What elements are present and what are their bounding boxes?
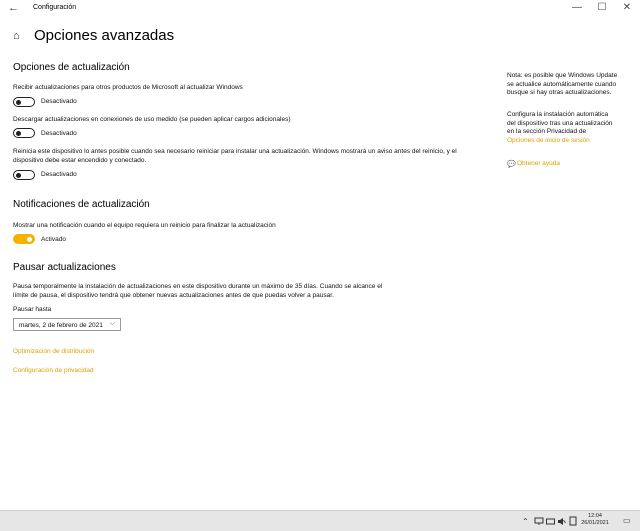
- close-button[interactable]: ✕: [617, 2, 637, 13]
- update-options-heading: Opciones de actualización: [13, 62, 130, 73]
- sidebar-note-line: busque si hay otras actualizaciones.: [507, 89, 612, 96]
- home-icon[interactable]: ⌂: [13, 30, 20, 42]
- metered-connection-state: Desactivado: [41, 130, 77, 137]
- window-title: Configuración: [33, 4, 77, 11]
- sign-in-options-link[interactable]: Opciones de inicio de sesión: [507, 137, 632, 146]
- restart-asap-label-line1: Reinicia este dispositivo lo antes posib…: [13, 148, 457, 155]
- restart-notification-label: Mostrar una notificación cuando el equip…: [13, 222, 276, 229]
- notification-center-icon[interactable]: ▭: [623, 516, 631, 525]
- toggle-knob: [16, 99, 21, 105]
- restart-notification-toggle[interactable]: [13, 234, 35, 244]
- sidebar-note: Nota: es posible que Windows Update se a…: [507, 72, 632, 98]
- sidebar-config: Configura la instalación automática del …: [507, 111, 632, 145]
- other-products-label: Recibir actualizaciones para otros produ…: [13, 84, 243, 91]
- volume-muted-icon[interactable]: [557, 517, 566, 526]
- chat-help-icon: 💬: [507, 161, 516, 168]
- get-help-link[interactable]: Obtener ayuda: [517, 160, 560, 167]
- update-notifications-heading: Notificaciones de actualización: [13, 199, 150, 210]
- toggle-knob: [27, 236, 32, 242]
- maximize-button[interactable]: ☐: [592, 2, 612, 13]
- network-icon[interactable]: [534, 517, 544, 526]
- pause-until-value: martes, 2 de febrero de 2021: [19, 322, 103, 329]
- pause-updates-heading: Pausar actualizaciones: [13, 262, 116, 273]
- restart-notification-state: Activado: [41, 236, 66, 243]
- restart-asap-state: Desactivado: [41, 171, 77, 178]
- taskbar-clock[interactable]: 12:04 26/01/2021: [574, 513, 616, 527]
- sidebar-note-line: Nota: es posible que Windows Update: [507, 72, 618, 79]
- page-title: Opciones avanzadas: [34, 27, 175, 44]
- other-products-state: Desactivado: [41, 98, 77, 105]
- toggle-knob: [16, 130, 21, 136]
- chevron-down-icon: ⌵: [109, 320, 115, 327]
- metered-connection-toggle[interactable]: [13, 128, 35, 138]
- keyboard-icon[interactable]: [546, 517, 555, 526]
- pause-description-line1: Pausa temporalmente la instalación de ac…: [13, 283, 383, 290]
- back-arrow-icon[interactable]: ←: [8, 2, 19, 14]
- toggle-knob: [16, 172, 21, 178]
- sidebar-config-line: Configura la instalación automática: [507, 111, 609, 118]
- show-hidden-icons-chevron-icon[interactable]: ⌃: [522, 517, 529, 526]
- restart-asap-toggle[interactable]: [13, 170, 35, 180]
- restart-asap-label-line2: dispositivo debe estar encendido y conec…: [13, 157, 147, 164]
- metered-connection-label: Descargar actualizaciones en conexiones …: [13, 116, 291, 123]
- sidebar-config-line: en la sección Privacidad de: [507, 128, 587, 135]
- delivery-optimization-link[interactable]: Optimización de distribución: [13, 348, 94, 355]
- taskbar: ⌃ 12:04 26/01/2021 ▭: [0, 510, 640, 531]
- pause-description-line2: límite de pausa, el dispositivo tendrá q…: [13, 292, 334, 299]
- sidebar-note-line: se actualice automáticamente cuando: [507, 80, 617, 88]
- pause-until-label: Pausar hasta: [13, 306, 52, 313]
- pause-until-dropdown[interactable]: martes, 2 de febrero de 2021 ⌵: [13, 318, 121, 331]
- privacy-settings-link[interactable]: Configuración de privacidad: [13, 367, 94, 374]
- clock-date: 26/01/2021: [581, 520, 609, 526]
- sidebar-config-line: del dispositivo tras una actualización: [507, 119, 613, 127]
- other-products-toggle[interactable]: [13, 97, 35, 107]
- title-bar: ← Configuración — ☐ ✕: [0, 0, 640, 17]
- clock-time: 12:04: [588, 513, 602, 519]
- minimize-button[interactable]: —: [567, 2, 587, 13]
